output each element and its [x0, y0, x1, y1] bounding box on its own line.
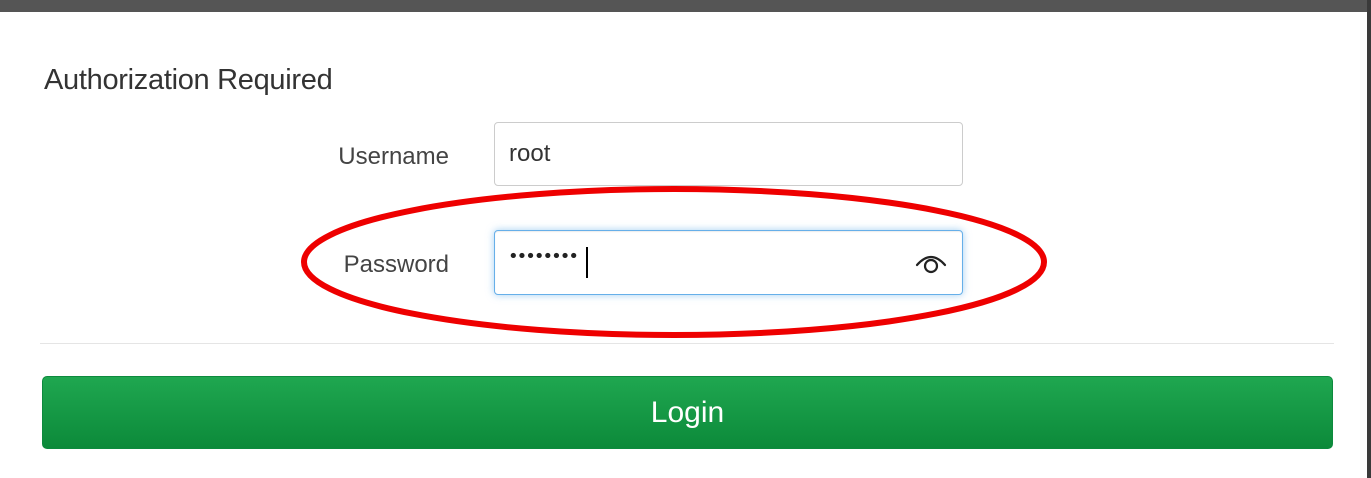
form-divider — [40, 343, 1334, 344]
username-label: Username — [338, 143, 449, 170]
page-title: Authorization Required — [44, 64, 333, 96]
text-caret — [586, 247, 588, 278]
password-input[interactable]: •••••••• — [494, 230, 963, 295]
show-password-eye-icon[interactable] — [914, 249, 948, 277]
password-label: Password — [343, 251, 449, 278]
password-value: •••••••• — [508, 246, 579, 267]
window-edge — [1367, 0, 1371, 478]
top-bar — [0, 0, 1371, 12]
login-button[interactable]: Login — [42, 376, 1333, 449]
username-input[interactable] — [494, 122, 963, 186]
